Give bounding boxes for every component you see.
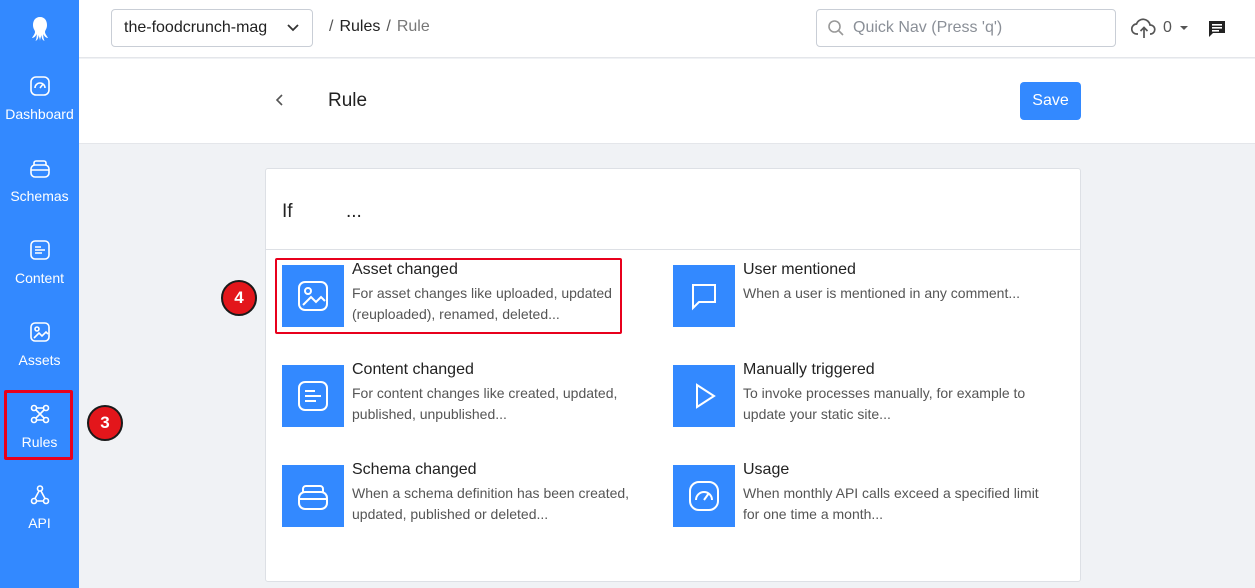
trigger-icon-box: [282, 365, 344, 427]
breadcrumb-separator: /: [329, 18, 334, 35]
chat-icon: [1209, 21, 1225, 37]
trigger-icon-box: [673, 265, 735, 327]
trigger-description: When a schema definition has been create…: [352, 485, 630, 522]
quick-nav-input[interactable]: [853, 19, 1103, 37]
trigger-description: For asset changes like uploaded, updated…: [352, 285, 612, 322]
page-title: Rule: [328, 90, 368, 111]
breadcrumb-current: Rule: [396, 18, 430, 35]
quick-nav-search[interactable]: [816, 9, 1116, 47]
back-button[interactable]: [275, 93, 285, 112]
app-selector[interactable]: the-foodcrunch-mag: [111, 9, 313, 47]
notifications-button[interactable]: [1207, 19, 1227, 44]
trigger-manually-triggered[interactable]: Manually triggered To invoke processes m…: [673, 361, 1053, 429]
sidebar-item-content[interactable]: Content: [0, 226, 79, 298]
image-icon: [298, 281, 328, 311]
trigger-icon-box: [282, 265, 344, 327]
trigger-title: Usage: [743, 461, 790, 478]
sidebar-item-label: Dashboard: [5, 105, 74, 122]
api-icon: [30, 484, 49, 504]
sidebar-item-label: Schemas: [10, 187, 69, 204]
octopus-logo-icon: [31, 17, 48, 41]
trigger-card: If ... Asset changed For asset changes l…: [265, 168, 1081, 582]
trigger-description: For content changes like created, update…: [352, 385, 618, 422]
trigger-usage[interactable]: Usage When monthly API calls exceed a sp…: [673, 461, 1053, 529]
schemas-icon: [29, 159, 50, 178]
sidebar-item-rules[interactable]: Rules: [0, 390, 79, 462]
trigger-icon-box: [673, 365, 735, 427]
top-bar: the-foodcrunch-mag / Rules / Rule 0: [79, 0, 1255, 58]
trigger-user-mentioned[interactable]: User mentioned When a user is mentioned …: [673, 261, 1053, 329]
caret-down-icon: [1179, 26, 1188, 30]
sidebar-item-label: Rules: [21, 433, 58, 450]
upload-status[interactable]: 0: [1131, 17, 1188, 39]
sidebar-item-label: API: [28, 514, 51, 531]
squidex-logo[interactable]: [0, 0, 79, 58]
card-header: If ...: [266, 169, 1080, 250]
trigger-title: User mentioned: [743, 261, 856, 278]
if-label: If: [282, 201, 293, 222]
sidebar-item-dashboard[interactable]: Dashboard: [0, 62, 79, 134]
rules-icon: [30, 404, 49, 423]
trigger-description: When monthly API calls exceed a specifie…: [743, 485, 1039, 522]
assets-icon: [29, 321, 50, 342]
trigger-title: Asset changed: [352, 261, 458, 278]
sidebar: Dashboard Schemas Content Assets Rules A…: [0, 0, 79, 588]
step-3-marker: 3: [87, 405, 123, 441]
play-icon: [696, 383, 716, 409]
trigger-content-changed[interactable]: Content changed For content changes like…: [282, 361, 662, 429]
chevron-down-icon: [287, 24, 299, 32]
if-placeholder: ...: [346, 201, 362, 222]
comment-icon: [692, 284, 716, 311]
trigger-title: Manually triggered: [743, 361, 875, 378]
content-icon: [29, 239, 50, 260]
trigger-asset-changed[interactable]: Asset changed For asset changes like upl…: [282, 261, 662, 329]
breadcrumb-rules-link[interactable]: Rules: [339, 18, 380, 36]
gauge-icon: [689, 481, 719, 511]
trigger-description: To invoke processes manually, for exampl…: [743, 385, 1026, 422]
trigger-title: Schema changed: [352, 461, 477, 478]
sidebar-item-schemas[interactable]: Schemas: [0, 144, 79, 216]
cloud-upload-icon: [1131, 18, 1156, 38]
chevron-left-icon: [275, 94, 283, 106]
sidebar-item-label: Content: [14, 269, 65, 286]
sidebar-item-assets[interactable]: Assets: [0, 308, 79, 380]
search-icon: [828, 20, 844, 36]
upload-count: 0: [1163, 19, 1172, 36]
trigger-description: When a user is mentioned in any comment.…: [743, 285, 1021, 301]
breadcrumb: / Rules / Rule: [329, 18, 430, 36]
app-name: the-foodcrunch-mag: [124, 19, 268, 36]
trigger-schema-changed[interactable]: Schema changed When a schema definition …: [282, 461, 662, 529]
schema-icon: [298, 485, 328, 510]
trigger-icon-box: [282, 465, 344, 527]
step-4-marker: 4: [221, 280, 257, 316]
page-header: Rule Save: [79, 59, 1255, 144]
dashboard-icon: [29, 75, 50, 96]
trigger-title: Content changed: [352, 361, 474, 378]
breadcrumb-separator: /: [386, 18, 391, 35]
content-icon: [298, 381, 328, 411]
trigger-icon-box: [673, 465, 735, 527]
sidebar-item-label: Assets: [18, 351, 61, 368]
sidebar-item-api[interactable]: API: [0, 471, 79, 543]
save-button[interactable]: Save: [1020, 82, 1081, 120]
